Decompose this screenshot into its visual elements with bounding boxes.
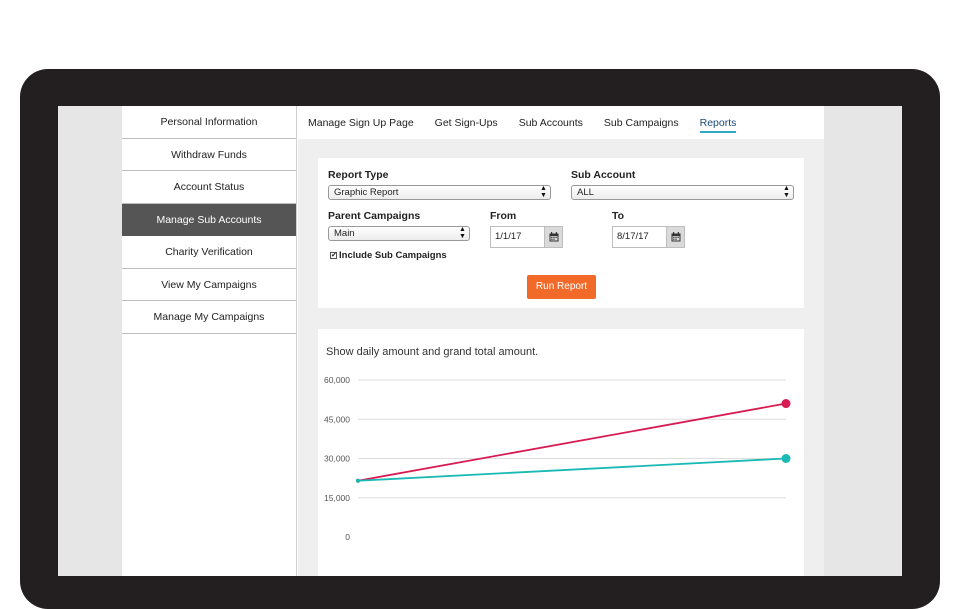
report-type-select[interactable]: Graphic Report ▲ ▼ <box>328 185 551 200</box>
to-date-input[interactable]: 8/17/17 <box>612 226 685 248</box>
report-type-label: Report Type <box>328 169 389 181</box>
sub-account-value: ALL <box>577 187 594 198</box>
y-tick-label: 0 <box>345 532 350 542</box>
chart-card: Show daily amount and grand total amount… <box>318 329 804 576</box>
from-calendar-button[interactable] <box>544 227 562 247</box>
calendar-icon <box>549 232 559 242</box>
select-arrows-icon: ▲ ▼ <box>783 185 790 199</box>
data-point[interactable] <box>356 478 360 483</box>
from-date-input[interactable]: 1/1/17 <box>490 226 563 248</box>
calendar-icon <box>671 232 681 242</box>
select-arrows-icon: ▲ ▼ <box>459 226 466 240</box>
run-report-button[interactable]: Run Report <box>527 275 596 299</box>
data-point[interactable] <box>781 399 791 409</box>
tab-sub-campaigns[interactable]: Sub Campaigns <box>604 115 679 131</box>
from-label: From <box>490 210 517 222</box>
data-point[interactable] <box>781 454 791 463</box>
sub-account-label: Sub Account <box>571 169 636 181</box>
y-tick-label: 30,000 <box>324 454 350 464</box>
tab-sub-accounts[interactable]: Sub Accounts <box>519 115 583 131</box>
tab-get-sign-ups[interactable]: Get Sign-Ups <box>435 115 498 131</box>
parent-campaigns-value: Main <box>334 228 355 239</box>
report-type-value: Graphic Report <box>334 187 399 198</box>
checkbox-box[interactable]: ✔ <box>330 252 337 259</box>
parent-campaigns-select[interactable]: Main ▲ ▼ <box>328 226 470 241</box>
tab-bar: Manage Sign Up Page Get Sign-Ups Sub Acc… <box>298 106 824 139</box>
tab-reports[interactable]: Reports <box>699 115 736 133</box>
to-label: To <box>612 210 625 222</box>
app-window: Personal Information Withdraw Funds Acco… <box>122 106 824 576</box>
from-date-value: 1/1/17 <box>495 231 522 242</box>
sidebar-item-manage-my-campaigns[interactable]: Manage My Campaigns <box>122 301 296 334</box>
sidebar-item-personal-information[interactable]: Personal Information <box>122 106 296 139</box>
y-tick-label: 15,000 <box>324 493 350 503</box>
select-arrows-icon: ▲ ▼ <box>540 185 547 199</box>
report-form: Report Type Graphic Report ▲ ▼ Sub Accoun… <box>318 158 804 308</box>
y-tick-label: 60,000 <box>324 375 350 385</box>
parent-campaigns-label: Parent Campaigns <box>328 210 421 222</box>
sidebar-item-view-my-campaigns[interactable]: View My Campaigns <box>122 269 296 301</box>
to-date-value: 8/17/17 <box>617 231 649 242</box>
sidebar-item-withdraw-funds[interactable]: Withdraw Funds <box>122 139 296 171</box>
sidebar-item-manage-sub-accounts[interactable]: Manage Sub Accounts <box>122 203 296 236</box>
include-sub-campaigns-label: Include Sub Campaigns <box>339 250 447 261</box>
y-tick-label: 45,000 <box>324 414 350 424</box>
sidebar-item-charity-verification[interactable]: Charity Verification <box>122 236 296 269</box>
sub-account-select[interactable]: ALL ▲ ▼ <box>571 185 794 200</box>
main-content: Manage Sign Up Page Get Sign-Ups Sub Acc… <box>298 106 824 576</box>
tab-manage-sign-up-page[interactable]: Manage Sign Up Page <box>308 115 414 131</box>
sidebar-item-account-status[interactable]: Account Status <box>122 171 296 204</box>
include-sub-campaigns-checkbox[interactable]: ✔ Include Sub Campaigns <box>330 250 447 261</box>
line-chart: 60,000 45,000 30,000 15,000 0 <box>324 375 791 542</box>
to-calendar-button[interactable] <box>666 227 684 247</box>
sidebar: Personal Information Withdraw Funds Acco… <box>122 106 297 576</box>
screen: Personal Information Withdraw Funds Acco… <box>58 106 902 576</box>
